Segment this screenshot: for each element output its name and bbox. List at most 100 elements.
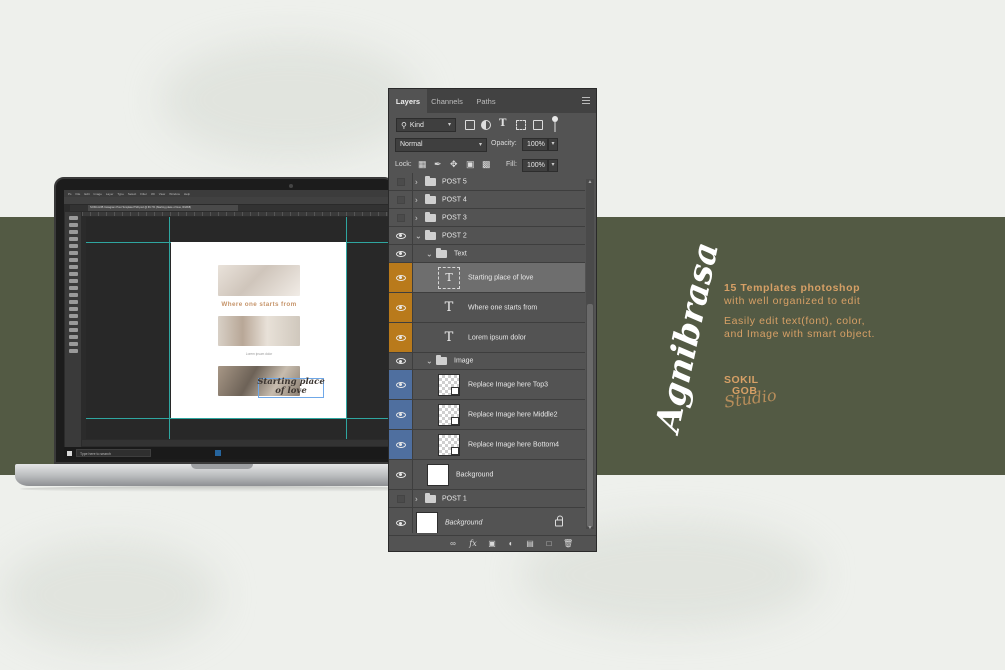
shape-filter-icon[interactable]	[516, 120, 526, 130]
layer-row[interactable]: ⌄ POST 2	[389, 227, 585, 245]
tab-layers[interactable]: Layers	[389, 89, 427, 113]
visibility-toggle[interactable]	[389, 430, 413, 459]
lock-transparency-icon[interactable]: ▦	[418, 160, 427, 169]
new-group-icon[interactable]: ▤	[525, 539, 535, 549]
visibility-toggle[interactable]	[389, 490, 413, 507]
chevron-right-icon[interactable]: ›	[415, 494, 418, 503]
link-layers-icon[interactable]: ∞	[448, 539, 458, 549]
visibility-toggle[interactable]	[389, 293, 413, 322]
menu-item[interactable]: Select	[128, 192, 136, 196]
windows-start-icon[interactable]	[67, 450, 72, 456]
move-tool-icon[interactable]	[68, 216, 78, 220]
chevron-right-icon[interactable]: ›	[415, 195, 418, 204]
path-select-icon[interactable]	[68, 328, 78, 332]
scroll-down-icon[interactable]: ▼	[586, 525, 594, 531]
type-filter-icon[interactable]: T	[499, 118, 506, 129]
menu-item[interactable]: Type	[117, 192, 124, 196]
layer-row[interactable]: T Lorem ipsum dolor	[389, 323, 585, 353]
document-canvas[interactable]: Where one starts from Lorem ipsum dolor …	[171, 242, 346, 418]
lock-artboard-icon[interactable]: ▣	[466, 160, 475, 169]
crop-tool-icon[interactable]	[68, 244, 78, 248]
visibility-toggle[interactable]	[389, 400, 413, 429]
smart-object-filter-icon[interactable]	[533, 120, 543, 130]
dodge-tool-icon[interactable]	[68, 307, 78, 311]
healing-tool-icon[interactable]	[68, 258, 78, 262]
menu-item[interactable]: Layer	[106, 192, 114, 196]
menu-item[interactable]: Filter	[140, 192, 147, 196]
menu-item[interactable]: Image	[94, 192, 102, 196]
menu-item[interactable]: View	[159, 192, 165, 196]
menu-item[interactable]: Edit	[84, 192, 89, 196]
pen-tool-icon[interactable]	[68, 314, 78, 318]
visibility-toggle[interactable]	[389, 191, 413, 208]
menu-item[interactable]: Window	[169, 192, 180, 196]
opacity-dropdown-icon[interactable]: ▾	[548, 138, 558, 151]
brush-tool-icon[interactable]	[68, 265, 78, 269]
visibility-toggle[interactable]	[389, 460, 413, 489]
menu-item[interactable]: Help	[184, 192, 190, 196]
type-tool-icon[interactable]	[68, 321, 78, 325]
chevron-right-icon[interactable]: ›	[415, 213, 418, 222]
layer-row[interactable]: T Where one starts from	[389, 293, 585, 323]
panel-menu-icon[interactable]	[582, 97, 590, 104]
blur-tool-icon[interactable]	[68, 300, 78, 304]
visibility-toggle[interactable]	[389, 263, 413, 292]
opacity-input[interactable]: 100%	[522, 138, 548, 151]
chevron-down-icon[interactable]: ⌄	[426, 357, 433, 366]
eraser-tool-icon[interactable]	[68, 286, 78, 290]
visibility-toggle[interactable]	[389, 173, 413, 190]
chevron-down-icon[interactable]: ⌄	[415, 231, 422, 240]
lock-position-icon[interactable]: ✥	[450, 160, 459, 169]
select-tool-icon[interactable]	[68, 237, 78, 241]
pixel-filter-icon[interactable]	[465, 120, 475, 130]
lock-all-icon[interactable]: ▩	[482, 160, 491, 169]
shape-tool-icon[interactable]	[68, 335, 78, 339]
lock-image-icon[interactable]: ✒	[434, 160, 443, 169]
taskbar-search[interactable]: Type here to search	[76, 449, 151, 457]
visibility-toggle[interactable]	[389, 245, 413, 262]
tab-channels[interactable]: Channels	[427, 89, 467, 113]
adjustment-layer-icon[interactable]: ◐	[506, 539, 516, 549]
layer-row[interactable]: Replace Image here Top3	[389, 370, 585, 400]
tab-paths[interactable]: Paths	[467, 89, 505, 113]
eyedropper-tool-icon[interactable]	[68, 251, 78, 255]
visibility-toggle[interactable]	[389, 353, 413, 369]
layer-row[interactable]: ⌄ Image	[389, 353, 585, 370]
stamp-tool-icon[interactable]	[68, 272, 78, 276]
visibility-toggle[interactable]	[389, 370, 413, 399]
menu-item[interactable]: 3D	[151, 192, 155, 196]
gradient-tool-icon[interactable]	[68, 293, 78, 297]
visibility-toggle[interactable]	[389, 508, 413, 533]
history-brush-icon[interactable]	[68, 279, 78, 283]
visibility-toggle[interactable]	[389, 209, 413, 226]
scrollbar-thumb[interactable]	[587, 304, 593, 527]
fill-dropdown-icon[interactable]: ▾	[548, 159, 558, 172]
layer-row[interactable]: › POST 4	[389, 191, 585, 209]
marquee-tool-icon[interactable]	[68, 223, 78, 227]
layer-row[interactable]: Background	[389, 508, 585, 533]
scroll-up-icon[interactable]: ▲	[586, 179, 594, 185]
photoshop-taskbar-icon[interactable]	[215, 450, 221, 456]
layer-row[interactable]: › POST 3	[389, 209, 585, 227]
new-layer-icon[interactable]: □	[544, 539, 554, 549]
zoom-tool-icon[interactable]	[68, 349, 78, 353]
fx-icon[interactable]: fx	[468, 539, 478, 549]
chevron-right-icon[interactable]: ›	[415, 177, 418, 186]
menu-item[interactable]: File	[76, 192, 81, 196]
fill-input[interactable]: 100%	[522, 159, 548, 172]
layer-row[interactable]: › POST 5	[389, 173, 585, 191]
menu-item[interactable]: Ps	[68, 192, 72, 196]
trash-icon[interactable]: 🗑	[563, 539, 573, 549]
blend-mode-select[interactable]: Normal ▾	[395, 138, 487, 152]
layer-row[interactable]: Replace Image here Bottom4	[389, 430, 585, 460]
kind-filter-select[interactable]: ⚲ Kind ▾	[396, 118, 456, 132]
layer-row[interactable]: Background	[389, 460, 585, 490]
lasso-tool-icon[interactable]	[68, 230, 78, 234]
layer-row-selected[interactable]: T Starting place of love	[389, 263, 585, 293]
layer-row[interactable]: ⌄ Text	[389, 245, 585, 263]
document-tab[interactable]: SOKILGOB Instagram Post Template PSD.psd…	[88, 205, 238, 211]
visibility-toggle[interactable]	[389, 227, 413, 244]
hand-tool-icon[interactable]	[68, 342, 78, 346]
layer-row[interactable]: › POST 1	[389, 490, 585, 508]
adjustment-filter-icon[interactable]	[481, 120, 491, 130]
